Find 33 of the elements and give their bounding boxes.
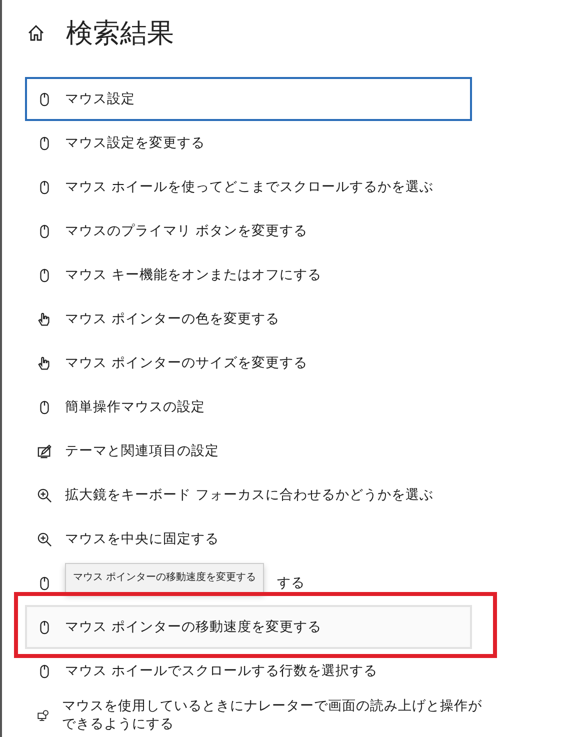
zoom-in-icon (37, 488, 52, 502)
mouse-icon (37, 620, 52, 634)
search-result[interactable]: マウス設定 (25, 77, 472, 121)
search-result[interactable]: マウス ポインターの色を変更する (25, 297, 472, 341)
search-result[interactable]: する (277, 574, 305, 592)
mouse-icon (37, 664, 52, 678)
mouse-icon (37, 576, 52, 590)
search-result[interactable]: マウス ポインターの移動速度を変更する (25, 605, 472, 649)
search-result[interactable]: 拡大鏡をキーボード フォーカスに合わせるかどうかを選ぶ (25, 473, 472, 517)
zoom-in-icon (37, 532, 52, 546)
mouse-icon (37, 268, 52, 282)
page-title: 検索結果 (66, 17, 174, 51)
home-icon[interactable] (27, 24, 45, 42)
search-result[interactable]: 簡単操作マウスの設定 (25, 385, 472, 429)
search-result[interactable]: テーマと関連項目の設定 (25, 429, 472, 473)
search-result[interactable]: マウスを中央に固定する (25, 517, 472, 561)
hand-pointer-icon (37, 312, 52, 326)
search-result[interactable]: マウス設定を変更する (25, 121, 472, 165)
narrator-icon (37, 708, 50, 722)
hand-pointer-icon (37, 356, 52, 370)
search-result[interactable]: マウス ホイールでスクロールする行数を選択する (25, 649, 472, 693)
mouse-icon (37, 136, 52, 150)
mouse-icon (37, 92, 52, 106)
pen-monitor-icon (37, 444, 52, 458)
search-result[interactable]: マウス キー機能をオンまたはオフにする (25, 253, 472, 297)
mouse-icon (37, 224, 52, 238)
mouse-icon (37, 180, 52, 194)
search-result[interactable]: マウス ホイールを使ってどこまでスクロールするかを選ぶ (25, 165, 472, 209)
search-result[interactable]: マウスのプライマリ ボタンを変更する (25, 209, 472, 253)
tooltip: マウス ポインターの移動速度を変更する (65, 563, 264, 593)
search-result[interactable]: マウス ポインターのサイズを変更する (25, 341, 472, 385)
search-result[interactable]: マウスを使用しているときにナレーターで画面の読み上げと操作ができるようにする (25, 693, 505, 737)
mouse-icon (37, 400, 52, 414)
